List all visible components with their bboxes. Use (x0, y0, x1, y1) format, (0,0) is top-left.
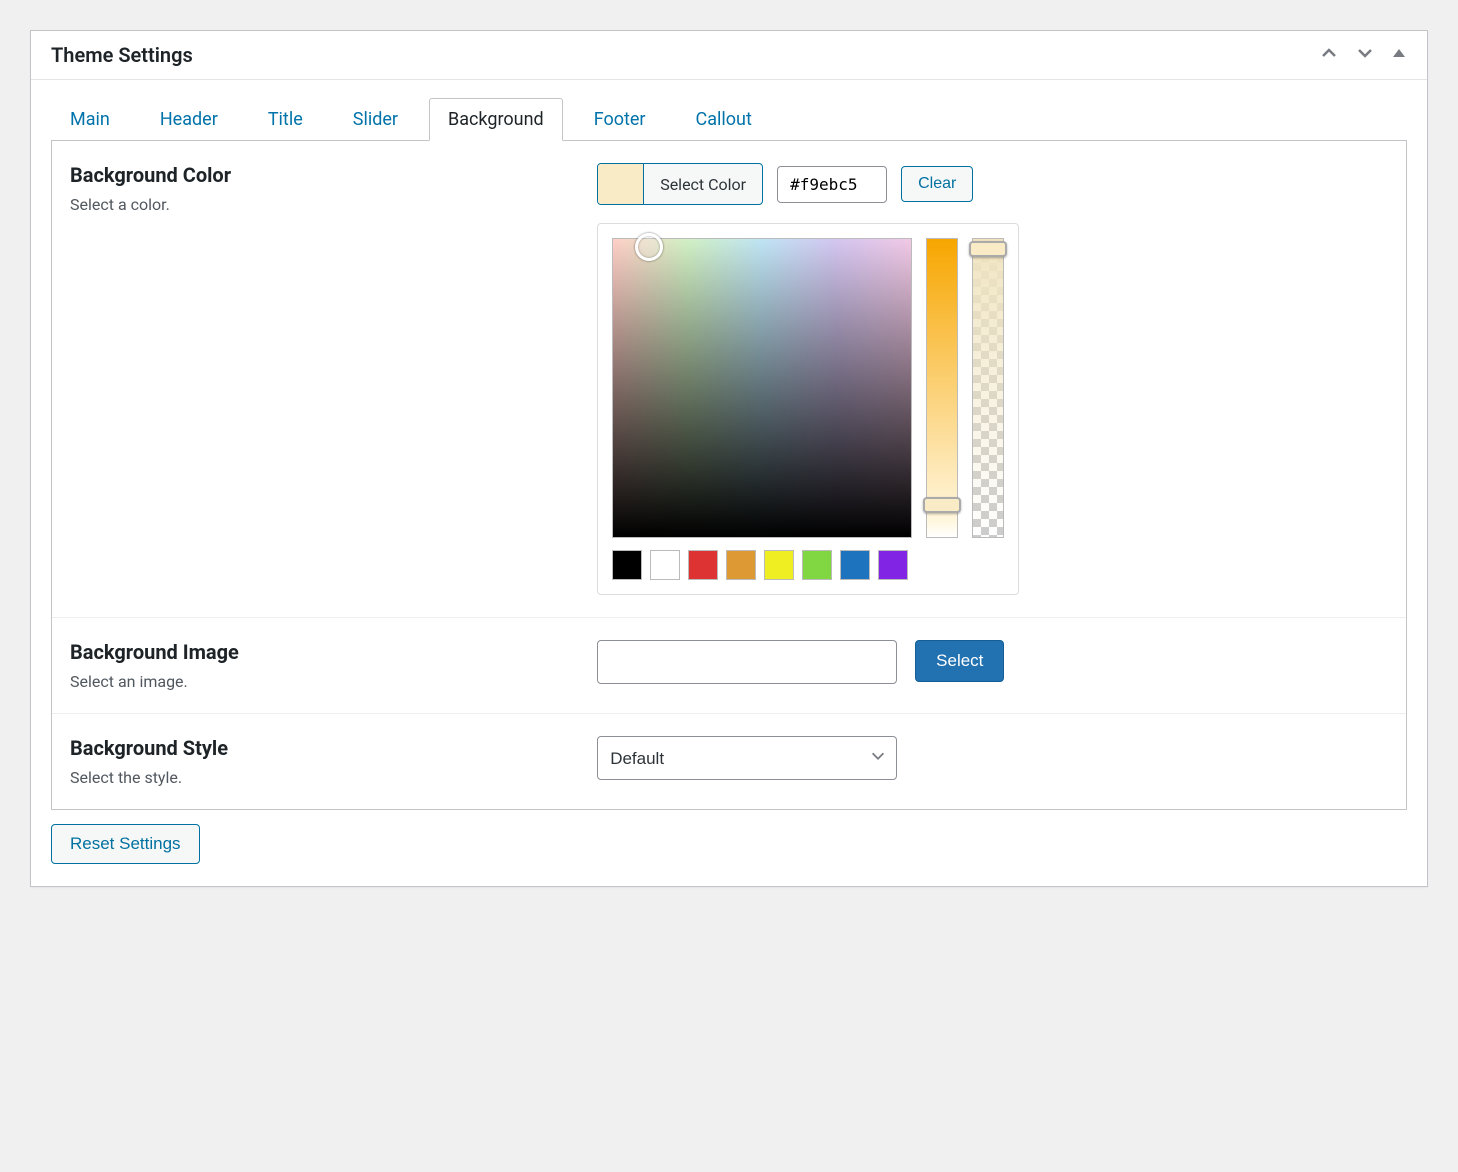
bg-image-select-button[interactable]: Select (915, 640, 1004, 682)
field-background-image: Background Image Select an image. Select (52, 618, 1406, 714)
swatch-yellow[interactable] (764, 550, 794, 580)
swatch-green[interactable] (802, 550, 832, 580)
tab-slider[interactable]: Slider (334, 98, 417, 141)
bg-style-select[interactable]: Default (597, 736, 897, 780)
bg-style-select-wrap: Default (597, 736, 897, 780)
swatch-orange[interactable] (726, 550, 756, 580)
tab-header[interactable]: Header (141, 98, 237, 141)
collapse-triangle-icon[interactable] (1391, 45, 1407, 65)
field-background-color: Background Color Select a color. Select … (52, 141, 1406, 618)
tab-content-background: Background Color Select a color. Select … (51, 141, 1407, 810)
field-title-bg-style: Background Style (70, 736, 577, 760)
field-title-bg-image: Background Image (70, 640, 577, 664)
tab-callout[interactable]: Callout (677, 98, 771, 141)
tab-main[interactable]: Main (51, 98, 129, 141)
preset-swatch-row (612, 550, 1004, 580)
saturation-square[interactable] (612, 238, 912, 538)
field-desc-bg-color: Select a color. (70, 195, 577, 214)
swatch-white[interactable] (650, 550, 680, 580)
field-background-style: Background Style Select the style. Defau… (52, 714, 1406, 809)
alpha-slider[interactable] (972, 238, 1004, 538)
panel-header: Theme Settings (31, 31, 1427, 80)
panel-title: Theme Settings (51, 43, 193, 67)
hue-handle[interactable] (923, 497, 961, 513)
color-picker (597, 223, 1019, 595)
tab-background[interactable]: Background (429, 98, 563, 141)
chevron-down-icon[interactable] (1355, 43, 1375, 67)
bg-image-input[interactable] (597, 640, 897, 684)
hue-slider[interactable] (926, 238, 958, 538)
theme-settings-panel: Theme Settings Main Header Title Slider … (30, 30, 1428, 887)
field-desc-bg-style: Select the style. (70, 768, 577, 787)
panel-actions (1319, 43, 1407, 67)
color-swatch-preview (598, 164, 644, 204)
alpha-handle[interactable] (969, 241, 1007, 257)
swatch-red[interactable] (688, 550, 718, 580)
tab-footer[interactable]: Footer (575, 98, 665, 141)
clear-color-button[interactable]: Clear (901, 166, 973, 202)
tabs: Main Header Title Slider Background Foot… (51, 98, 1407, 141)
reset-settings-button[interactable]: Reset Settings (51, 824, 200, 864)
select-color-label: Select Color (644, 175, 762, 194)
tab-title[interactable]: Title (249, 98, 322, 141)
panel-body: Main Header Title Slider Background Foot… (31, 80, 1427, 886)
swatch-blue[interactable] (840, 550, 870, 580)
swatch-black[interactable] (612, 550, 642, 580)
hex-input[interactable] (777, 166, 887, 203)
select-color-button[interactable]: Select Color (597, 163, 763, 205)
saturation-handle[interactable] (635, 233, 663, 261)
chevron-up-icon[interactable] (1319, 43, 1339, 67)
swatch-purple[interactable] (878, 550, 908, 580)
field-desc-bg-image: Select an image. (70, 672, 577, 691)
field-title-bg-color: Background Color (70, 163, 577, 187)
